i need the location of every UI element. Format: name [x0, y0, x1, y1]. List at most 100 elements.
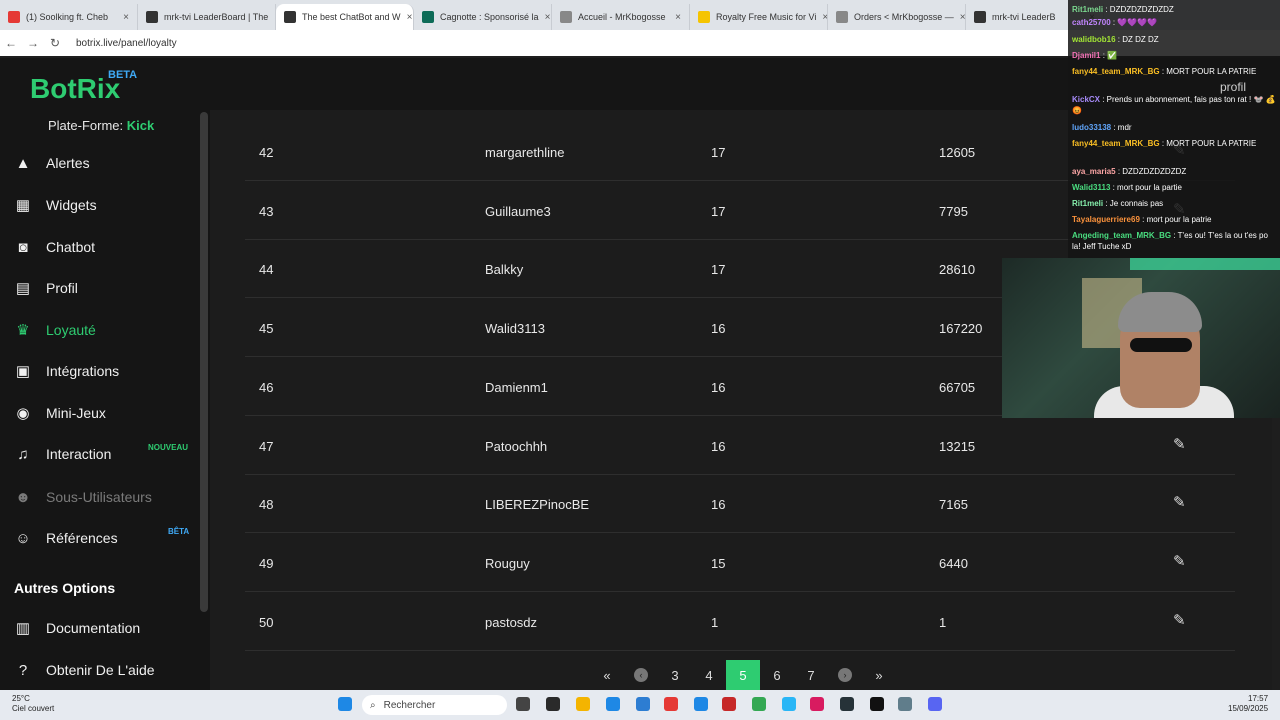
- file-explorer-icon[interactable]: [576, 697, 590, 711]
- username-cell: Balkky: [485, 262, 524, 278]
- sidebar-item-widgets[interactable]: ▦ Widgets: [0, 188, 200, 222]
- warning-icon: ▲: [15, 154, 31, 172]
- table-row: 47 Patoochhh 16 13215 ✎: [245, 417, 1235, 475]
- stream-chat-overlay: Rit1meli : DZDZDZDZDZDZ cath25700 : 💜💜💜💜 w…: [1068, 0, 1280, 258]
- reload-icon[interactable]: ↻: [44, 36, 66, 50]
- prev-page-button[interactable]: ‹: [624, 660, 658, 690]
- weather-widget[interactable]: 25°C Ciel couvert: [12, 694, 54, 714]
- close-tab-icon[interactable]: ×: [960, 12, 965, 23]
- app-icon[interactable]: [664, 697, 678, 711]
- streamer-hat: [1118, 292, 1202, 332]
- page-button[interactable]: 4: [692, 660, 726, 690]
- browser-tab[interactable]: (1) Soolking ft. Cheb ×: [0, 4, 138, 30]
- level-cell: 16: [711, 379, 726, 395]
- edit-icon[interactable]: ✎: [1173, 552, 1186, 570]
- edit-icon[interactable]: ✎: [1173, 611, 1186, 629]
- app-icon[interactable]: [722, 697, 736, 711]
- page-button[interactable]: 6: [760, 660, 794, 690]
- tab-label: mrk-tvi LeaderB: [992, 12, 1056, 22]
- edge-icon[interactable]: [606, 697, 620, 711]
- edit-icon[interactable]: ✎: [1173, 435, 1186, 453]
- first-page-button[interactable]: «: [590, 660, 624, 690]
- chat-username: Angeding_team_MRK_BG: [1072, 231, 1172, 240]
- chat-text: : MORT POUR LA PATRIE: [1159, 139, 1257, 148]
- chat-text: : Je connais pas: [1103, 199, 1164, 208]
- chat-message: Rit1meli : DZDZDZDZDZDZ: [1072, 4, 1276, 15]
- points-cell: 6440: [939, 555, 968, 571]
- browser-tab[interactable]: The best ChatBot and W ×: [276, 4, 414, 30]
- last-page-button[interactable]: »: [862, 660, 896, 690]
- page-button[interactable]: 7: [794, 660, 828, 690]
- chrome-icon[interactable]: [752, 697, 766, 711]
- username-cell: Patoochhh: [485, 438, 548, 454]
- chat-message: aya_maria5 : DZDZDZDZDZDZ: [1072, 166, 1276, 177]
- level-cell: 16: [711, 321, 726, 337]
- store-icon[interactable]: [636, 697, 650, 711]
- rank-cell: 47: [259, 438, 274, 454]
- taskbar-search[interactable]: ⌕ Rechercher: [362, 695, 507, 715]
- discord-icon[interactable]: [928, 697, 942, 711]
- telegram-icon[interactable]: [782, 697, 796, 711]
- clock-date: 15/09/2025: [1228, 704, 1269, 713]
- sidebar-item-minijeux[interactable]: ◉ Mini-Jeux: [0, 396, 200, 430]
- other-options-title: Autres Options: [14, 580, 116, 596]
- task-view-icon[interactable]: [516, 697, 530, 711]
- chat-text: : MORT POUR LA PATRIE: [1159, 67, 1257, 76]
- sidebar-item-documentation[interactable]: ▥ Documentation: [0, 611, 200, 645]
- edit-icon[interactable]: ✎: [1173, 493, 1186, 511]
- page-button[interactable]: 3: [658, 660, 692, 690]
- app-icon[interactable]: [546, 697, 560, 711]
- system-clock[interactable]: 17:57 15/09/2025: [1228, 694, 1268, 714]
- sidebar-item-label: Chatbot: [46, 239, 96, 255]
- header-profile-label[interactable]: profil: [1220, 80, 1246, 94]
- points-cell: 12605: [939, 145, 976, 160]
- username-cell: Damienm1: [485, 379, 548, 395]
- chat-message: fany44_team_MRK_BG : MORT POUR LA PATRIE: [1072, 138, 1276, 149]
- close-tab-icon[interactable]: ×: [675, 12, 681, 23]
- terminal-icon[interactable]: [840, 697, 854, 711]
- forward-icon[interactable]: →: [22, 36, 44, 50]
- settings-icon[interactable]: [898, 697, 912, 711]
- beta-label: BETA: [108, 69, 138, 81]
- sidebar-item-chatbot[interactable]: ◙ Chatbot: [0, 230, 200, 264]
- start-icon[interactable]: [338, 697, 352, 711]
- back-icon[interactable]: ←: [0, 36, 22, 50]
- platform-indicator: Plate-Forme: Kick: [48, 118, 154, 133]
- close-tab-icon[interactable]: ×: [407, 12, 413, 23]
- app-icon[interactable]: [694, 697, 708, 711]
- browser-tab[interactable]: Orders < MrKbogosse — ×: [828, 4, 966, 30]
- tiktok-icon[interactable]: [870, 697, 884, 711]
- sidebar-item-intgrations[interactable]: ▣ Intégrations: [0, 354, 200, 388]
- book-icon: ▥: [15, 620, 31, 637]
- sidebar-item-label: Profil: [46, 280, 78, 296]
- tab-label: mrk-tvi LeaderBoard | The: [164, 12, 269, 22]
- search-placeholder: Rechercher: [383, 699, 436, 711]
- chat-username: KickCX: [1072, 95, 1101, 104]
- close-tab-icon[interactable]: ×: [123, 12, 129, 23]
- sidebar-item-profil[interactable]: ▤ Profil: [0, 271, 200, 305]
- level-cell: 16: [711, 497, 726, 513]
- sidebar-item-sousutilisateurs[interactable]: ☻ Sous-Utilisateurs: [0, 480, 200, 514]
- chat-message: cath25700 : 💜💜💜💜: [1072, 17, 1276, 28]
- sidebar-item-label: Mini-Jeux: [46, 405, 106, 421]
- tab-label: Accueil - MrKbogosse: [578, 12, 666, 22]
- chat-username: Tayalaguerriere69: [1072, 215, 1140, 224]
- browser-tab[interactable]: mrk-tvi LeaderBoard | The×: [138, 4, 276, 30]
- sidebar-item-obtenirdelaide[interactable]: ? Obtenir De L'aide: [0, 653, 200, 687]
- instagram-icon[interactable]: [810, 697, 824, 711]
- webcam-overlay: [1002, 258, 1280, 418]
- current-page-button[interactable]: 5: [726, 660, 760, 690]
- next-page-button[interactable]: ›: [828, 660, 862, 690]
- sidebar-item-label: Références: [46, 530, 118, 546]
- close-tab-icon[interactable]: ×: [545, 12, 551, 23]
- sidebar-scrollbar[interactable]: [200, 112, 208, 612]
- integration-icon: ▣: [15, 363, 31, 380]
- chat-text: : mort pour la partie: [1110, 183, 1182, 192]
- url-field[interactable]: botrix.live/panel/loyalty: [76, 38, 177, 49]
- browser-tab[interactable]: Royalty Free Music for Vi ×: [690, 4, 828, 30]
- botrix-logo[interactable]: BotRix: [30, 73, 120, 105]
- sidebar-item-loyaut[interactable]: ♛ Loyauté: [0, 313, 200, 347]
- sidebar-item-alertes[interactable]: ▲ Alertes: [0, 146, 200, 180]
- browser-tab[interactable]: Cagnotte : Sponsorisé la ×: [414, 4, 552, 30]
- browser-tab[interactable]: Accueil - MrKbogosse ×: [552, 4, 690, 30]
